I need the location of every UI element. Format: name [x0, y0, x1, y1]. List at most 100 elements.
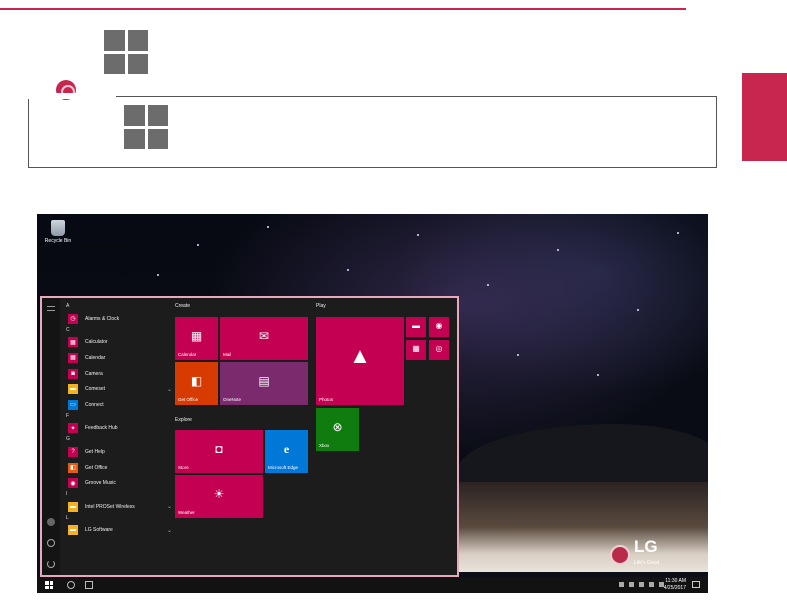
app-list-label: Alarms & Clock	[85, 315, 120, 322]
settings-gear-icon[interactable]	[47, 539, 55, 547]
lg-tagline: Life's Good	[634, 560, 660, 566]
network-icon[interactable]	[649, 582, 654, 587]
tile-calculator[interactable]: ▦	[406, 340, 426, 360]
app-list-header: C	[66, 326, 70, 333]
connect-icon: ▭	[68, 399, 78, 410]
app-list-header: F	[66, 412, 70, 419]
onenote-icon: ▤	[258, 373, 270, 388]
clapper-icon: ▬	[412, 320, 420, 330]
tile-microsoft-edge[interactable]: e Microsoft Edge	[265, 430, 308, 473]
tile-mail[interactable]: ✉ Mail	[220, 317, 308, 360]
tile-calendar[interactable]: ▦ Calendar	[175, 317, 218, 360]
clock-time: 11:30 AM	[665, 578, 686, 584]
group-create: Create	[175, 303, 191, 309]
top-rule	[0, 8, 686, 10]
recycle-bin[interactable]: Recycle Bin	[43, 220, 73, 244]
tile-get-office[interactable]: ◧ Get Office	[175, 362, 218, 405]
app-list-item[interactable]: ? Get Help	[64, 444, 172, 460]
hamburger-menu-icon[interactable]	[47, 306, 55, 311]
desktop-screenshot: Recycle Bin LG Life's Good A ◷ Alarms & Cl…	[37, 214, 708, 593]
photos-icon: ▲	[349, 342, 371, 368]
app-list-item[interactable]: ▦ Calculator	[64, 335, 172, 351]
start-menu: A ◷ Alarms & Clock C ▦ Calculator ▦ Calendar ◙ Ca…	[40, 296, 459, 577]
app-list: A ◷ Alarms & Clock C ▦ Calculator ▦ Calendar ◙ Ca…	[64, 303, 172, 538]
tile-store[interactable]: ◘ Store	[175, 430, 263, 473]
feedback-icon: ✦	[68, 423, 78, 434]
store-bag-icon: ◘	[215, 441, 223, 456]
tile-maps[interactable]: ◎	[429, 340, 449, 360]
calendar-icon: ▦	[190, 328, 203, 343]
start-rail	[42, 298, 60, 575]
help-icon: ?	[68, 446, 78, 457]
windows-logo-icon	[124, 105, 168, 149]
music-icon: ◉	[68, 478, 78, 489]
app-list-label: Calculator	[85, 339, 108, 346]
app-list-label: Get Help	[85, 448, 105, 455]
start-button[interactable]	[45, 581, 53, 589]
webcam-icon: ◎	[435, 343, 443, 353]
task-view-icon[interactable]	[85, 581, 93, 589]
tile-groove[interactable]: ◉	[429, 317, 449, 337]
user-icon[interactable]	[47, 518, 55, 526]
battery-icon[interactable]	[639, 582, 644, 587]
app-list-label: Comeset	[85, 386, 106, 393]
app-list-label: Get Office	[85, 464, 108, 471]
alarm-icon: ◷	[68, 313, 78, 324]
app-list-label: Groove Music	[85, 480, 116, 487]
calendar-icon: ▦	[68, 352, 78, 363]
app-list-item[interactable]: ▦ Calendar	[64, 350, 172, 366]
tile-movies[interactable]: ▬	[406, 317, 426, 337]
app-list-label: Calendar	[85, 354, 106, 361]
tile-onenote[interactable]: ▤ OneNote	[220, 362, 308, 405]
app-list-label: Feedback Hub	[85, 425, 118, 432]
app-list-item[interactable]: ▬ Intel PROSet Wireless ⌄	[64, 499, 172, 515]
tile-photos[interactable]: ▲ Photos	[316, 317, 404, 405]
mail-icon: ✉	[258, 328, 270, 343]
office-icon: ◧	[190, 373, 203, 388]
app-list-item[interactable]: ◉ Groove Music	[64, 475, 172, 491]
calculator-icon: ▦	[68, 337, 78, 348]
app-list-header: I	[66, 490, 68, 497]
office-icon: ◧	[68, 462, 78, 473]
search-icon[interactable]	[67, 581, 75, 589]
lg-brand: LG	[634, 537, 658, 556]
sun-icon: ☀	[213, 486, 225, 501]
app-list-item[interactable]: ◧ Get Office	[64, 460, 172, 476]
folder-icon: ▬	[68, 384, 78, 395]
action-center-icon[interactable]	[692, 581, 700, 588]
chevron-down-icon[interactable]: ⌄	[167, 527, 172, 534]
app-list-item[interactable]: ▭ Connect	[64, 397, 172, 413]
app-list-item[interactable]: ✦ Feedback Hub	[64, 421, 172, 437]
calculator-icon: ▦	[412, 343, 420, 353]
app-list-label: Camera	[85, 370, 103, 377]
app-list-header: G	[66, 436, 70, 443]
power-icon[interactable]	[47, 560, 55, 568]
app-list-item[interactable]: ◷ Alarms & Clock	[64, 311, 172, 327]
xbox-icon: ⊗	[332, 419, 343, 434]
app-list-label: Intel PROSet Wireless	[85, 503, 135, 510]
recycle-bin-label: Recycle Bin	[44, 238, 72, 244]
lg-logo-icon	[610, 545, 630, 565]
app-list-item[interactable]: ▬ Comeset ⌄	[64, 381, 172, 397]
group-play: Play	[316, 303, 326, 309]
clock-date: 4/25/2017	[663, 585, 686, 591]
lg-logo: LG Life's Good	[610, 537, 660, 571]
camera-icon: ◙	[68, 368, 78, 379]
taskbar-clock[interactable]: 11:30 AM 4/25/2017	[664, 578, 686, 592]
music-disc-icon: ◉	[435, 320, 443, 330]
app-list-item[interactable]: ▬ LG Software ⌄	[64, 523, 172, 539]
chevron-up-icon[interactable]	[629, 582, 634, 587]
app-list-header: A	[66, 303, 70, 309]
app-list-label: LG Software	[85, 527, 113, 534]
windows-logo-icon	[104, 30, 148, 74]
group-explore: Explore	[175, 417, 192, 423]
recycle-bin-icon	[51, 220, 65, 236]
chevron-down-icon[interactable]: ⌄	[167, 386, 172, 393]
app-list-label: Connect	[85, 401, 104, 408]
pen-icon[interactable]	[619, 582, 624, 587]
tile-weather[interactable]: ☀ Weather	[175, 475, 263, 518]
folder-icon: ▬	[68, 525, 78, 536]
chevron-down-icon[interactable]: ⌄	[167, 503, 172, 510]
app-list-item[interactable]: ◙ Camera	[64, 366, 172, 382]
tile-xbox[interactable]: ⊗ Xbox	[316, 408, 359, 451]
